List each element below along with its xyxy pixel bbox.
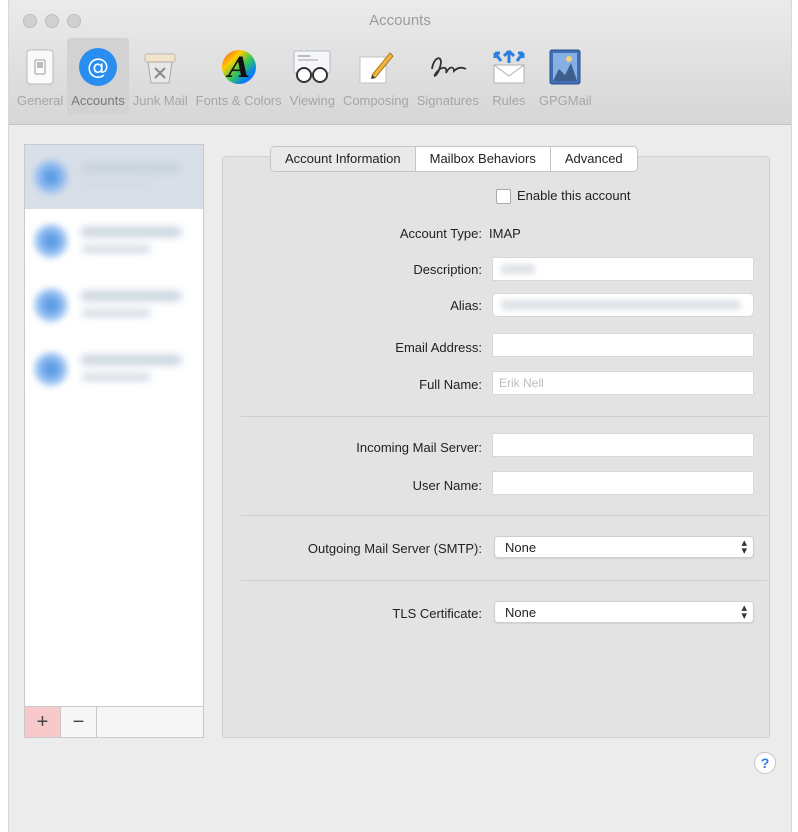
toolbar: General @ Accounts Junk Mail A Fonts & C… — [13, 38, 596, 114]
account-type-label: Account Type: — [399, 226, 482, 241]
accounts-sidebar: + − — [24, 144, 204, 738]
select-arrows-icon: ▴ ▾ — [741, 602, 747, 622]
tab-advanced[interactable]: Advanced — [551, 147, 637, 171]
description-label: Description: — [413, 262, 482, 277]
tls-certificate-select[interactable]: None ▴ ▾ — [494, 601, 754, 623]
account-list-item[interactable] — [25, 337, 203, 401]
description-field[interactable] — [492, 257, 754, 281]
enable-account-label: Enable this account — [517, 188, 631, 203]
svg-text:@: @ — [87, 55, 109, 80]
full-name-field[interactable]: Erik Nell — [492, 371, 754, 395]
toolbar-item-composing[interactable]: Composing — [339, 38, 413, 114]
account-avatar — [33, 223, 69, 259]
enable-account-checkbox[interactable] — [496, 189, 511, 204]
titlebar: Accounts General @ Accounts Junk Mail A … — [9, 0, 791, 125]
incoming-server-label: Incoming Mail Server: — [356, 440, 482, 455]
gpgmail-icon — [543, 45, 587, 89]
account-list-item[interactable] — [25, 145, 203, 209]
section-divider — [241, 416, 767, 417]
trash-icon — [138, 45, 182, 89]
signature-icon — [426, 45, 470, 89]
toolbar-item-fonts-colors[interactable]: A Fonts & Colors — [192, 38, 286, 114]
tls-certificate-label: TLS Certificate: — [392, 606, 482, 621]
svg-text:A: A — [225, 51, 250, 84]
toolbar-item-rules[interactable]: Rules — [483, 38, 535, 114]
glasses-icon — [290, 45, 334, 89]
email-address-label: Email Address: — [395, 340, 482, 355]
tab-bar: Account Information Mailbox Behaviors Ad… — [270, 146, 638, 172]
outgoing-server-label: Outgoing Mail Server (SMTP): — [307, 541, 482, 556]
account-list — [25, 145, 203, 705]
section-divider — [241, 515, 767, 516]
rules-icon — [487, 45, 531, 89]
user-name-label: User Name: — [412, 478, 482, 493]
alias-label: Alias: — [450, 298, 482, 313]
add-account-button[interactable]: + — [25, 707, 61, 737]
remove-account-button[interactable]: − — [61, 707, 97, 737]
account-list-item[interactable] — [25, 273, 203, 337]
toolbar-item-junk-mail[interactable]: Junk Mail — [129, 38, 192, 114]
switch-icon — [18, 45, 62, 89]
toolbar-item-gpgmail[interactable]: GPGMail — [535, 38, 596, 114]
account-avatar — [33, 287, 69, 323]
section-divider — [241, 580, 767, 581]
outgoing-server-select[interactable]: None ▴ ▾ — [494, 536, 754, 558]
tls-certificate-value: None — [505, 605, 537, 620]
pencil-icon — [354, 45, 398, 89]
account-list-item[interactable] — [25, 209, 203, 273]
tab-account-information[interactable]: Account Information — [271, 147, 416, 171]
account-avatar — [33, 351, 69, 387]
alias-field[interactable] — [492, 293, 754, 317]
toolbar-item-accounts[interactable]: @ Accounts — [67, 38, 129, 114]
sidebar-footer: + − — [25, 706, 203, 737]
toolbar-item-viewing[interactable]: Viewing — [286, 38, 339, 114]
outgoing-server-value: None — [505, 540, 537, 555]
account-type-value: IMAP — [489, 226, 521, 241]
select-arrows-icon: ▴ ▾ — [741, 537, 747, 557]
account-avatar — [33, 159, 69, 195]
email-address-field[interactable] — [492, 333, 754, 357]
help-button[interactable]: ? — [754, 752, 776, 774]
font-icon: A — [217, 45, 261, 89]
toolbar-item-general[interactable]: General — [13, 38, 67, 114]
user-name-field[interactable] — [492, 471, 754, 495]
tab-mailbox-behaviors[interactable]: Mailbox Behaviors — [416, 147, 551, 171]
toolbar-item-signatures[interactable]: Signatures — [413, 38, 483, 114]
incoming-server-field[interactable] — [492, 433, 754, 457]
full-name-label: Full Name: — [419, 377, 482, 392]
at-icon: @ — [76, 45, 120, 89]
window-title: Accounts — [369, 12, 431, 29]
